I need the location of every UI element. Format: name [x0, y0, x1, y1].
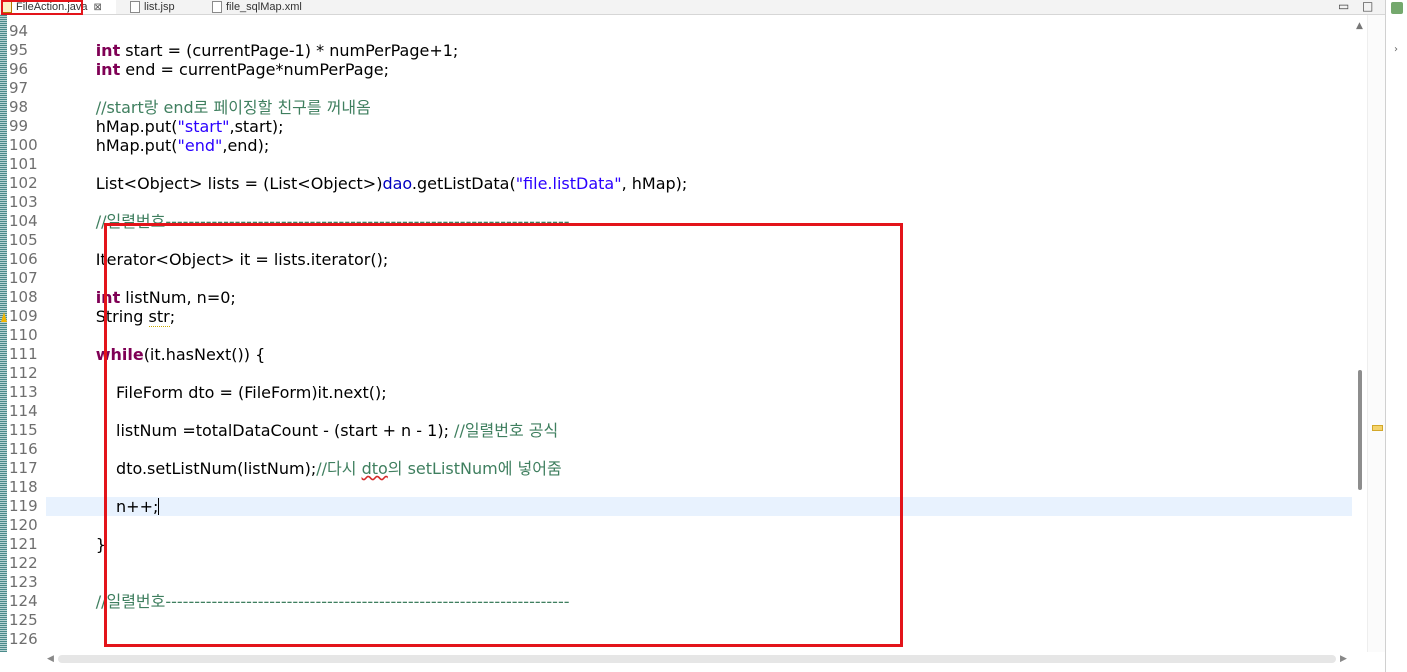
xml-file-icon: [212, 1, 222, 13]
line-number: 107: [9, 269, 38, 287]
line-number: 124: [9, 592, 38, 610]
line-number: 116: [9, 440, 38, 458]
code-text: int start = (currentPage-1) * numPerPage…: [95, 41, 459, 60]
tab-file-sqlmap-xml[interactable]: file_sqlMap.xml: [212, 0, 302, 14]
code-line[interactable]: 102 List<Object> lists = (List<Object>)d…: [0, 174, 1352, 193]
code-line[interactable]: 101: [0, 155, 1352, 174]
code-editor[interactable]: 94 95 int start = (currentPage-1) * numPe…: [0, 15, 1352, 652]
line-number: 126: [9, 630, 38, 648]
code-text: hMap.put("end",end);: [55, 136, 270, 155]
horizontal-scroll-thumb[interactable]: [58, 655, 1336, 663]
line-number: 102: [9, 174, 38, 192]
line-number: 117: [9, 459, 38, 477]
minimize-button[interactable]: ▭: [1338, 0, 1349, 13]
line-number: 105: [9, 231, 38, 249]
line-number: 125: [9, 611, 38, 629]
side-panel: ›: [1385, 0, 1407, 672]
line-number: 104: [9, 212, 38, 230]
line-number: 95: [9, 41, 29, 59]
line-number: 97: [9, 79, 29, 97]
line-number: 111: [9, 345, 38, 363]
line-number: 120: [9, 516, 38, 534]
tab-highlight-box: [1, 0, 83, 15]
line-number: 101: [9, 155, 38, 173]
warning-marker[interactable]: [1372, 425, 1383, 431]
scroll-left-icon[interactable]: ◀: [47, 652, 54, 666]
code-line[interactable]: 94: [0, 22, 1352, 41]
tab-label: list.jsp: [144, 1, 175, 13]
code-line[interactable]: 100 hMap.put("end",end);: [0, 136, 1352, 155]
code-line[interactable]: 95 int start = (currentPage-1) * numPerP…: [0, 41, 1352, 60]
vertical-scroll-thumb[interactable]: [1358, 370, 1362, 490]
tab-label: file_sqlMap.xml: [226, 1, 302, 13]
editor-tab-bar: FileAction.java ⊠ list.jsp file_sqlMap.xm…: [0, 0, 1385, 15]
horizontal-scrollbar[interactable]: ◀ ▶: [44, 652, 1352, 666]
line-number: 119: [9, 497, 38, 515]
close-tab-icon[interactable]: ⊠: [94, 2, 102, 13]
jsp-file-icon: [130, 1, 140, 13]
line-number: 100: [9, 136, 38, 154]
code-line[interactable]: 96 int end = currentPage*numPerPage;: [0, 60, 1352, 79]
line-number: 108: [9, 288, 38, 306]
code-text: }: [55, 535, 106, 554]
code-line[interactable]: 98 //start랑 end로 페이징할 친구를 꺼내옴: [0, 98, 1352, 117]
chevron-right-icon[interactable]: ›: [1394, 44, 1398, 55]
line-number: 98: [9, 98, 29, 116]
scroll-right-icon[interactable]: ▶: [1340, 652, 1347, 666]
line-number: 115: [9, 421, 38, 439]
line-number: 121: [9, 535, 38, 553]
scroll-up-icon[interactable]: ▲: [1356, 21, 1363, 31]
code-line[interactable]: 103: [0, 193, 1352, 212]
code-text: List<Object> lists = (List<Object>)dao.g…: [55, 174, 688, 193]
line-number: 118: [9, 478, 38, 496]
highlight-box: [104, 223, 903, 647]
line-number: 110: [9, 326, 38, 344]
line-number: 103: [9, 193, 38, 211]
line-number: 123: [9, 573, 38, 591]
line-number: 113: [9, 383, 38, 401]
code-text: hMap.put("start",start);: [55, 117, 284, 136]
outline-view-icon[interactable]: [1391, 2, 1403, 14]
line-number: 106: [9, 250, 38, 268]
line-number: 112: [9, 364, 38, 382]
line-number: 96: [9, 60, 29, 78]
line-number: 122: [9, 554, 38, 572]
tab-list-jsp[interactable]: list.jsp: [130, 0, 175, 14]
code-line[interactable]: 97: [0, 79, 1352, 98]
code-line[interactable]: 99 hMap.put("start",start);: [0, 117, 1352, 136]
overview-ruler[interactable]: [1367, 15, 1386, 652]
line-number: 114: [9, 402, 38, 420]
code-text: //start랑 end로 페이징할 친구를 꺼내옴: [95, 98, 371, 117]
vertical-scrollbar[interactable]: ▲: [1352, 15, 1367, 652]
line-number: 94: [9, 22, 29, 40]
line-number: 109: [9, 307, 38, 325]
code-text: int end = currentPage*numPerPage;: [95, 60, 389, 79]
line-number: 99: [9, 117, 29, 135]
maximize-button[interactable]: □: [1362, 0, 1373, 13]
